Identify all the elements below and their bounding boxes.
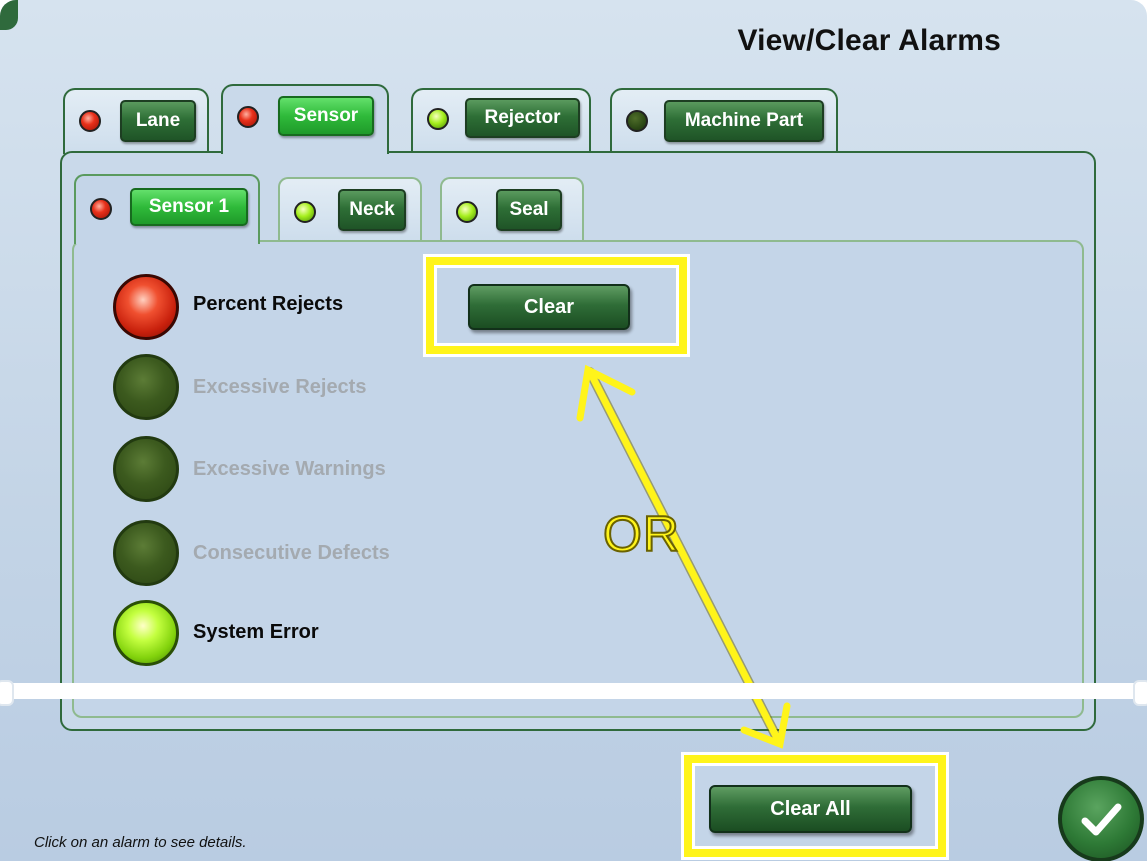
divider-line — [0, 680, 1147, 706]
double-arrow-annotation — [576, 364, 791, 749]
alarm-screen: View/Clear Alarms Lane Sensor Rejector M… — [0, 0, 1147, 861]
or-annotation: OR — [602, 505, 680, 563]
